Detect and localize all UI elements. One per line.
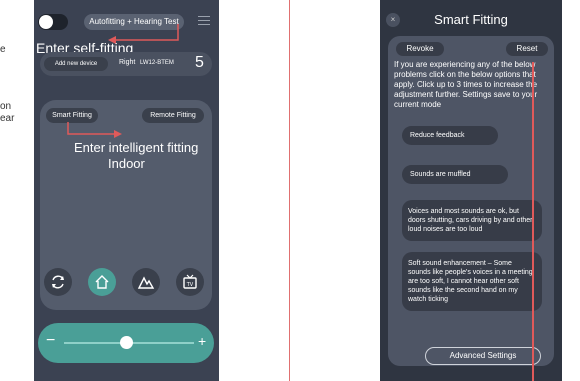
- phone-screen-main: Autofitting + Hearing Test Enter self-fi…: [34, 0, 219, 381]
- option-sounds-muffled[interactable]: Sounds are muffled: [402, 165, 508, 184]
- program-number: 5: [195, 54, 204, 71]
- volume-plus-button[interactable]: +: [198, 333, 206, 349]
- cut-text-3: ear: [0, 113, 15, 124]
- device-panel: Add new device Right LW12-BTEM 5: [40, 52, 212, 76]
- reset-button[interactable]: Reset: [506, 42, 548, 56]
- annotation-arrow-2: [67, 122, 122, 138]
- page-title: Smart Fitting: [434, 12, 508, 27]
- home-icon[interactable]: [88, 268, 116, 296]
- cut-text-2: on: [0, 101, 12, 112]
- svg-text:TV: TV: [186, 282, 194, 288]
- device-model-label: LW12-BTEM: [140, 60, 174, 66]
- menu-icon[interactable]: [198, 16, 210, 28]
- annotation-indoor: Indoor: [108, 156, 145, 171]
- toggle-knob: [39, 15, 53, 29]
- option-reduce-feedback[interactable]: Reduce feedback: [402, 126, 498, 145]
- revoke-button[interactable]: Revoke: [396, 42, 444, 56]
- divider-line: [289, 0, 290, 381]
- option-soft-sound[interactable]: Soft sound enhancement – Some sounds lik…: [402, 252, 542, 311]
- phone-screen-smart-fitting: × Smart Fitting Revoke Reset If you are …: [380, 0, 562, 381]
- tv-icon[interactable]: TV: [176, 268, 204, 296]
- annotation-intelligent-fitting: Enter intelligent fitting: [74, 140, 199, 155]
- cut-text-1: e: [0, 44, 6, 55]
- refresh-icon[interactable]: [44, 268, 72, 296]
- fitting-panel: Smart Fitting Remote Fitting Enter intel…: [40, 100, 212, 310]
- volume-thumb[interactable]: [120, 336, 133, 349]
- advanced-settings-button[interactable]: Advanced Settings: [425, 347, 541, 365]
- smart-fitting-button[interactable]: Smart Fitting: [46, 108, 98, 123]
- option-loud-noises[interactable]: Voices and most sounds are ok, but doors…: [402, 200, 542, 241]
- instructions-text: If you are experiencing any of the below…: [394, 60, 538, 109]
- volume-slider[interactable]: − +: [38, 323, 214, 363]
- add-device-button[interactable]: Add new device: [44, 57, 108, 71]
- remote-fitting-button[interactable]: Remote Fitting: [142, 108, 204, 123]
- smart-fitting-panel: Revoke Reset If you are experiencing any…: [388, 36, 554, 366]
- volume-minus-button[interactable]: −: [46, 332, 55, 350]
- annotation-line: [532, 62, 534, 381]
- power-toggle[interactable]: [38, 14, 68, 30]
- mountain-icon[interactable]: [132, 268, 160, 296]
- device-side-label: Right: [119, 59, 136, 66]
